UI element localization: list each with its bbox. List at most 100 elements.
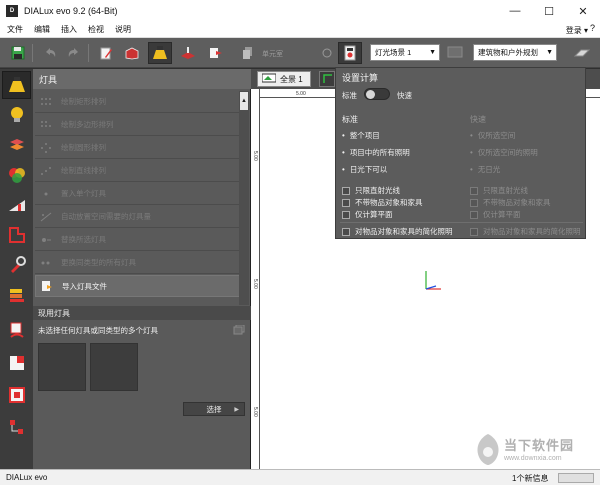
list-item-label: 导入灯具文件 — [62, 281, 107, 291]
tab-new-view[interactable] — [319, 71, 335, 87]
standard-fast-toggle[interactable] — [364, 88, 390, 100]
status-progress-box — [558, 473, 594, 483]
lighting-scene-select[interactable]: 灯光场景 1 ▼ — [370, 44, 440, 61]
toolbar: 单元室 灯光场景 1 ▼ 建筑物和户外规划 ▼ — [0, 38, 600, 68]
check-direct-light-only-fast[interactable]: 只限直射光线 — [470, 185, 528, 196]
current-lights-title: 现用灯具 — [33, 306, 251, 320]
check-planes-only[interactable]: 仅计算平面 — [342, 209, 393, 220]
rail-slope-icon[interactable] — [2, 191, 31, 219]
standard-column-heading: 标准 — [342, 115, 358, 124]
line-array-icon — [39, 165, 53, 177]
scroll-up-icon[interactable]: ▲ — [240, 92, 248, 110]
list-item-label: 更换同类型的所有灯具 — [61, 258, 136, 267]
rail-bulb-icon[interactable] — [2, 101, 31, 129]
list-item-label: 绘制圆形排列 — [61, 143, 106, 152]
panel-title: 灯具 — [33, 69, 251, 89]
room-icon[interactable] — [120, 42, 144, 64]
light-thumbnail — [38, 343, 86, 391]
calculation-settings-popup: 设置计算 标准 快速 标准 快速 • 整个项目 • 项目中的所有照明 • 日光下可以 … — [335, 67, 586, 239]
list-item[interactable]: 导入灯具文件 — [35, 275, 240, 297]
list-item[interactable]: 替换所选灯具 — [35, 229, 240, 251]
select-button[interactable]: 选择 ▶ — [183, 402, 245, 416]
lights-panel: 灯具 绘制矩形排列 绘制多边形排列 绘制圆形排列 绘制直线排列 置入单个灯具 自… — [33, 69, 251, 469]
rect-array-icon — [39, 96, 53, 108]
list-scrollbar[interactable] — [239, 91, 249, 305]
list-item[interactable]: 更换同类型的所有灯具 — [35, 252, 240, 274]
option-daylight[interactable]: • 日光下可以 — [342, 164, 387, 175]
edit-icon[interactable] — [94, 42, 118, 64]
status-bar: DIALux evo 1个新信息 — [0, 469, 600, 485]
watermark-title: 当下软件园 — [504, 438, 575, 453]
export-icon[interactable] — [204, 42, 228, 64]
toggle-standard-label: 标准 — [342, 91, 357, 100]
undo-icon[interactable] — [38, 42, 62, 64]
list-item[interactable]: 置入单个灯具 — [35, 183, 240, 205]
check-direct-light-only[interactable]: 只限直射光线 — [342, 185, 400, 196]
rail-stack-icon[interactable] — [2, 281, 31, 309]
menu-edit[interactable]: 编辑 — [34, 24, 50, 35]
option-no-daylight[interactable]: • 无日光 — [470, 164, 500, 175]
menu-view[interactable]: 检视 — [88, 24, 104, 35]
current-lights-description: 未选择任何灯具或同类型的多个灯具 — [38, 326, 158, 335]
menu-file[interactable]: 文件 — [7, 24, 23, 35]
mode-placeholder-text: 单元室 — [262, 51, 283, 58]
monitor-icon[interactable] — [443, 42, 467, 64]
rail-arrange-icon[interactable] — [2, 131, 31, 159]
rail-wrench-icon[interactable] — [2, 251, 31, 279]
rail-tree-icon[interactable] — [2, 413, 31, 441]
copy-icon[interactable] — [236, 42, 260, 64]
check-simplified-lighting-fast[interactable]: 对物品对象和家具的简化照明 — [470, 226, 581, 237]
circle-array-icon — [39, 142, 53, 154]
help-icon[interactable]: ? — [590, 23, 600, 35]
copy-properties-icon[interactable] — [233, 324, 245, 335]
list-item-label: 绘制多边形排列 — [61, 120, 114, 129]
panorama-icon — [261, 73, 277, 85]
rail-split-icon[interactable] — [2, 349, 31, 377]
check-simplified-lighting[interactable]: 对物品对象和家具的简化照明 — [342, 226, 453, 237]
list-item-label: 绘制直线排列 — [61, 166, 106, 175]
axis-gizmo — [421, 269, 445, 295]
watermark-logo-icon — [474, 432, 502, 466]
option-whole-project[interactable]: • 整个项目 — [342, 130, 380, 141]
list-item[interactable]: 绘制多边形排列 — [35, 114, 240, 136]
option-selected-space[interactable]: • 仅所选空间 — [470, 130, 515, 141]
rail-color-icon[interactable] — [2, 161, 31, 189]
list-item[interactable]: 绘制矩形排列 — [35, 91, 240, 113]
list-item[interactable]: 绘制圆形排列 — [35, 137, 240, 159]
option-all-lighting[interactable]: • 项目中的所有照明 — [342, 147, 410, 158]
list-item[interactable]: 绘制直线排列 — [35, 160, 240, 182]
planning-select[interactable]: 建筑物和户外规划 ▼ — [473, 44, 557, 61]
menu-bar: 文件 编辑 插入 检视 说明 登录 ▾ ? — [0, 22, 600, 38]
fast-column-heading: 快速 — [470, 115, 486, 124]
login-button[interactable]: 登录 ▾ — [566, 25, 588, 36]
list-item-label: 自动放置空间需要的灯具量 — [61, 212, 151, 221]
list-item[interactable]: 自动放置空间需要的灯具量 — [35, 206, 240, 228]
menu-insert[interactable]: 插入 — [61, 24, 77, 35]
eraser-icon[interactable] — [570, 42, 594, 64]
menu-help[interactable]: 说明 — [115, 24, 131, 35]
save-icon[interactable] — [6, 42, 30, 64]
check-no-objects-fast[interactable]: 不带物品对象和家具 — [470, 197, 551, 208]
eye-icon[interactable] — [315, 42, 339, 64]
toggle-fast-label: 快速 — [397, 91, 412, 100]
calc-floor-icon[interactable] — [176, 42, 200, 64]
close-button[interactable]: ✕ — [566, 0, 600, 22]
redo-icon[interactable] — [62, 42, 86, 64]
minimize-button[interactable]: — — [498, 0, 532, 22]
check-no-objects[interactable]: 不带物品对象和家具 — [342, 197, 423, 208]
calc-settings-icon[interactable] — [338, 42, 362, 64]
light-cone-icon[interactable] — [148, 42, 172, 64]
watermark-url: www.downxia.com — [504, 455, 562, 462]
tab-label: 全景 1 — [280, 74, 303, 84]
status-new-messages[interactable]: 1个新信息 — [512, 473, 548, 484]
rail-light-cone-icon[interactable] — [2, 71, 31, 99]
tab-panorama[interactable]: 全景 1 — [257, 71, 311, 87]
option-selected-space-lighting[interactable]: • 仅所选空间的照明 — [470, 147, 538, 158]
maximize-button[interactable]: ☐ — [532, 0, 566, 22]
rail-text-icon[interactable] — [2, 317, 31, 345]
auto-place-icon — [39, 211, 53, 223]
list-item-label: 绘制矩形排列 — [61, 97, 106, 106]
rail-outline-icon[interactable] — [2, 221, 31, 249]
check-planes-only-fast[interactable]: 仅计算平面 — [470, 209, 521, 220]
rail-frame-icon[interactable] — [2, 381, 31, 409]
